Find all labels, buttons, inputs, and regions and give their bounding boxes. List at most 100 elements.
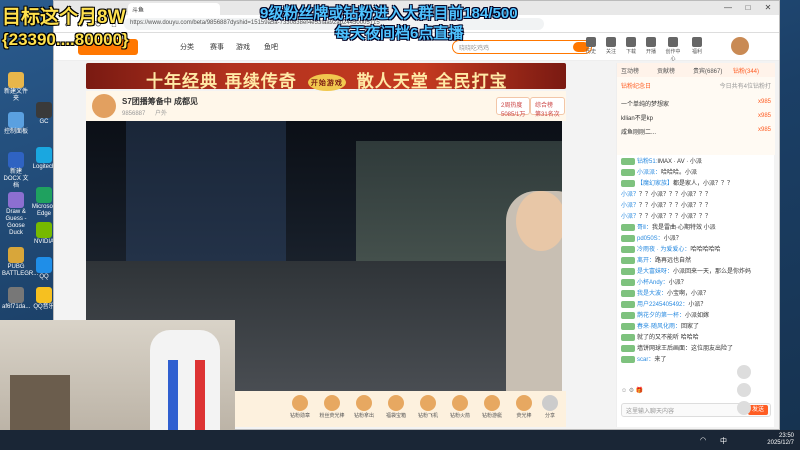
video-person-head <box>516 191 562 251</box>
nav-games[interactable]: 游戏 <box>236 42 250 52</box>
chat-message: pd050S：小派？ <box>617 234 775 245</box>
taskbar: ◠ 中 23:50 2025/12/7 <box>0 430 800 450</box>
chat-message: 我是大波：小宝啊，小派？ <box>617 289 775 300</box>
minimize-button[interactable]: — <box>719 3 737 12</box>
chat-message: 用户2245405492：小派？ <box>617 300 775 311</box>
follow-icon[interactable]: 关注 <box>602 37 620 55</box>
welfare-icon[interactable]: 福利 <box>688 37 706 55</box>
creator-center-icon[interactable]: 创作中心 <box>664 37 682 62</box>
desktop-icon-5[interactable]: af6f71da... <box>2 287 30 311</box>
qq-icon <box>36 257 52 273</box>
file-icon <box>8 287 24 303</box>
gift-item[interactable]: 钻粉拿出 <box>350 395 378 419</box>
broadcast-icon[interactable]: 开播 <box>642 37 660 55</box>
language-indicator[interactable]: 中 <box>720 436 727 446</box>
gift-item[interactable]: 钻粉勋章 <box>286 395 314 419</box>
close-window-button[interactable]: ✕ <box>759 3 777 12</box>
maximize-button[interactable]: □ <box>739 3 757 12</box>
chat-tabs: 互动榜 贡献榜 贵宾(6867) 钻粉(344) <box>617 63 775 77</box>
yacht-icon <box>484 395 500 411</box>
user-avatar[interactable] <box>731 37 749 55</box>
treasure-box-icon <box>388 395 404 411</box>
fan-badge <box>621 157 635 165</box>
tab-interaction[interactable]: 互动榜 <box>621 66 639 75</box>
desktop-icon-3[interactable]: Draw & Guess - Goose Duck <box>2 192 30 237</box>
chat-message: 钻粉51:IMAX · AV · 小派 <box>617 157 775 168</box>
fan-badge <box>621 311 635 319</box>
docx-icon <box>8 152 24 168</box>
medal-icon <box>292 395 308 411</box>
side-settings-icon[interactable] <box>737 383 751 397</box>
rocket-icon <box>452 395 468 411</box>
nav-category[interactable]: 分类 <box>180 42 194 52</box>
download-icon[interactable]: 下载 <box>622 37 640 55</box>
webcam-chair-stripe-blue <box>168 360 178 440</box>
side-toolbar <box>734 361 754 419</box>
tab-diamond-fans[interactable]: 钻粉(344) <box>733 66 759 75</box>
chat-message: 小派派：哈哈哈。小派 <box>617 168 775 179</box>
chat-message: 小杯Andy：小派？ <box>617 278 775 289</box>
gift-item[interactable]: 荧光棒 <box>510 395 538 419</box>
nvidia-icon <box>36 222 52 238</box>
nav-yuba[interactable]: 鱼吧 <box>264 42 278 52</box>
rank-row[interactable]: 一个单纯的梦想家 x985 <box>621 99 771 111</box>
clock[interactable]: 23:50 2025/12/7 <box>750 433 794 447</box>
banner-badge: 开始游戏 <box>307 73 346 91</box>
fan-badge <box>621 245 635 253</box>
chat-message: 就了的又不能听 哈哈哈 <box>617 333 775 344</box>
share-button[interactable]: 分享 <box>536 395 564 419</box>
game-ad-banner[interactable]: 十年经典 再续传奇 开始游戏 散人天堂 全民打宝 <box>86 63 566 92</box>
gift-item[interactable]: 钻粉飞机 <box>414 395 442 419</box>
fan-badge <box>621 300 635 308</box>
qq-music-icon <box>36 287 52 303</box>
desktop-icon-1[interactable]: 控制面板 <box>2 112 30 136</box>
history-icon[interactable]: 历史 <box>582 37 600 55</box>
tab-contribution[interactable]: 贡献榜 <box>657 66 675 75</box>
wifi-icon[interactable]: ◠ <box>700 436 706 444</box>
logitech-icon <box>36 147 52 163</box>
fan-badge <box>621 267 635 275</box>
gift-item[interactable]: 钻粉火箭 <box>446 395 474 419</box>
rank-row[interactable]: 咸鱼刚刚二... x985 <box>621 127 771 139</box>
overlay-goal: 目标这个月8W <box>2 7 126 28</box>
desktop-icon-2[interactable]: 新建 DOCX 文档 <box>2 152 30 190</box>
gift-item[interactable]: 福袋宝箱 <box>382 395 410 419</box>
glowstick-icon <box>516 395 532 411</box>
side-gift-icon[interactable] <box>737 365 751 379</box>
video-building-left <box>126 121 286 261</box>
chat-message: 小派？？？小派？？？小派？？？ <box>621 203 712 209</box>
heat-chip[interactable]: 2周热度 5085/1万 <box>496 97 531 118</box>
gift-icon <box>356 395 372 411</box>
gift-item[interactable]: 粉丝荧光棒 <box>318 395 346 419</box>
chat-messages: 钻粉51:IMAX · AV · 小派 小派派：哈哈哈。小派 【魔幻家族】都是家… <box>617 157 775 383</box>
nav-events[interactable]: 赛事 <box>210 42 224 52</box>
desktop-icon-4[interactable]: PUBG BATTLEGR... <box>2 247 38 278</box>
overlay-fans-line: 9级粉丝牌或钻粉进入大群目前184/500 <box>260 5 518 22</box>
search-input[interactable]: 晓晓吃鸡鸡 <box>452 40 592 54</box>
rank-chip[interactable]: 综合榜 第31名次 <box>530 97 565 118</box>
browser-tab[interactable]: 斗鱼 <box>128 3 220 15</box>
chat-message: 【魔幻家族】都是家人，小派？？？ <box>617 179 775 190</box>
gift-item[interactable]: 钻粉游艇 <box>478 395 506 419</box>
rank-header: 钻粉纪念日 今日共有4位钻粉打 <box>621 84 771 90</box>
chat-message: 墙饼网球王后画面：这位朋友出险了 <box>617 344 775 355</box>
rank-row[interactable]: kllian不是kp x985 <box>621 113 771 125</box>
app-icon <box>36 102 52 118</box>
control-panel-icon <box>8 112 24 128</box>
chat-message: 是大富妹呀：小派回来一天，那么是你炸妈 <box>617 267 775 278</box>
fan-badge <box>621 289 635 297</box>
chat-message: 离开：路再远也自然 <box>617 256 775 267</box>
fan-badge <box>621 179 635 187</box>
folder-icon <box>8 72 24 88</box>
plane-icon <box>420 395 436 411</box>
fan-badge <box>621 256 635 264</box>
tab-vip[interactable]: 贵宾(6867) <box>693 66 722 75</box>
desktop-icon-0[interactable]: 新建文件夹 <box>2 72 30 103</box>
fan-badge <box>621 344 635 352</box>
chat-message: 小派？？？小派？？？小派？？？ <box>621 192 712 198</box>
room-info-bar: S7团播筹备中 成都见 9856887 户外 2周热度 5085/1万 综合榜 … <box>86 91 566 121</box>
banner-right-text: 散人天堂 全民打宝 <box>356 72 508 92</box>
fan-badge <box>621 322 635 330</box>
streamer-avatar[interactable] <box>92 94 116 118</box>
side-shield-icon[interactable] <box>737 401 751 415</box>
